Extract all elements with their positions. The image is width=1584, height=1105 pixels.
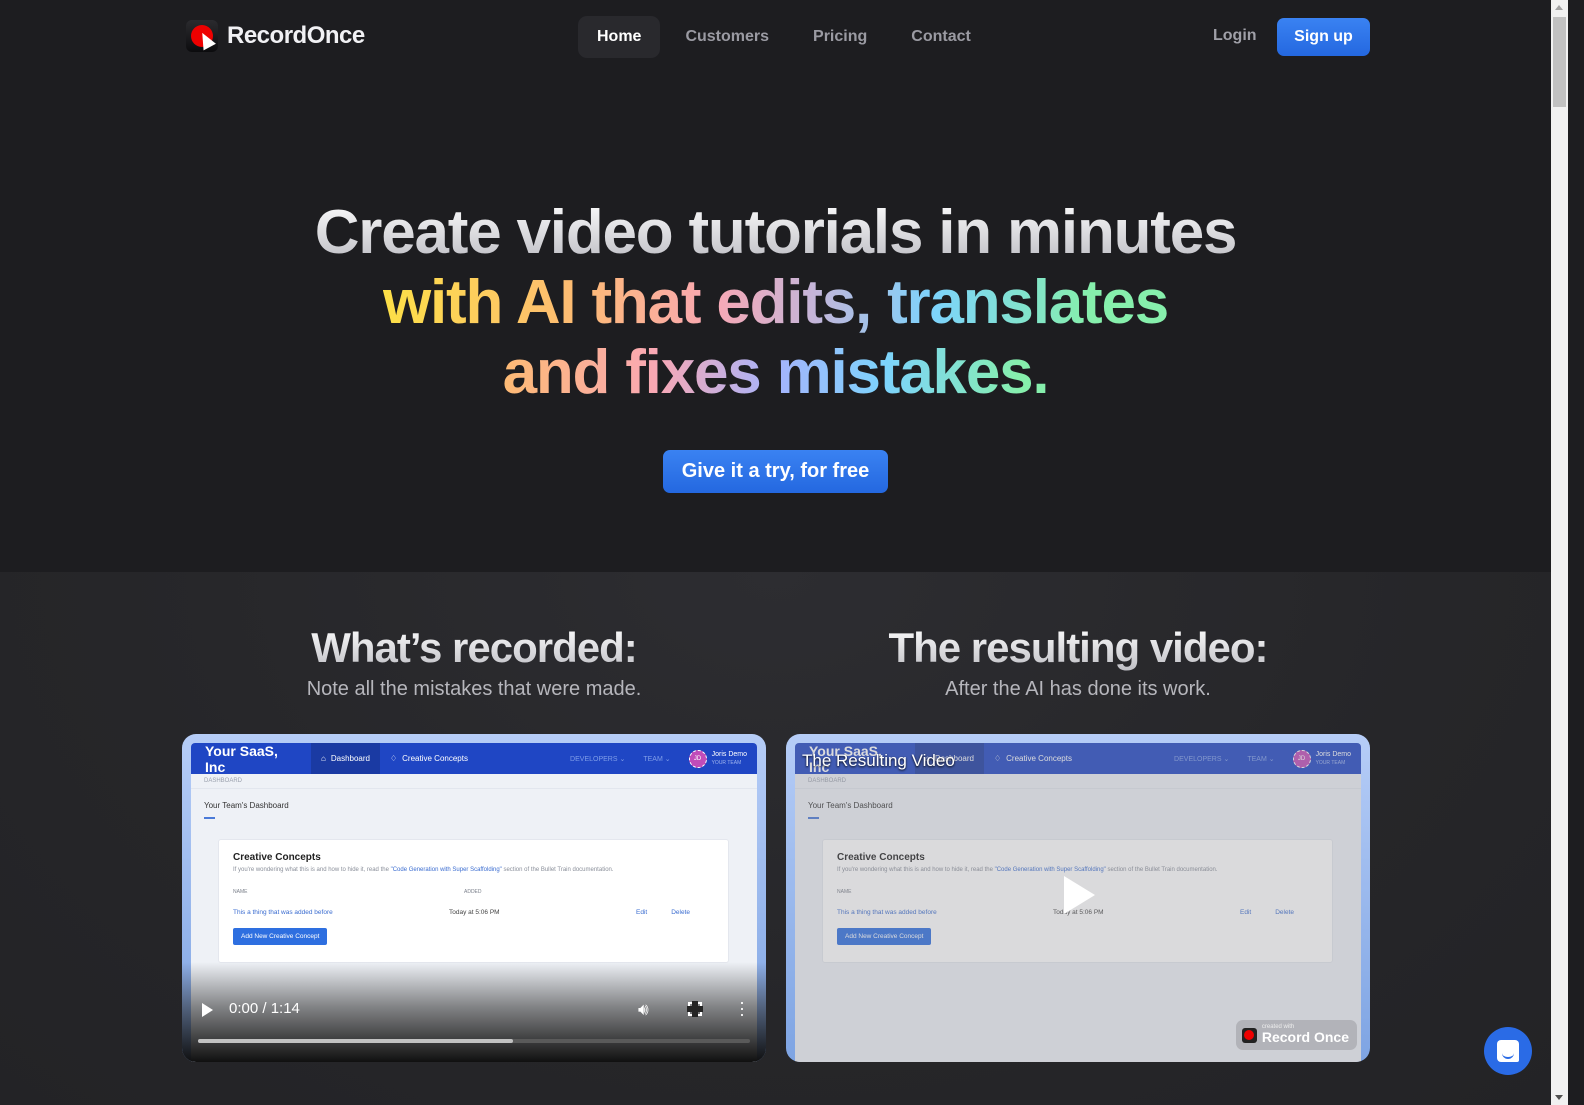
headline-line-1: Create video tutorials in minutes [314,198,1238,267]
demo-app-brand: Your SaaS, Inc [205,743,278,775]
demo-breadcrumb: DASHBOARD [191,774,757,789]
play-icon[interactable] [202,1003,213,1017]
result-subtitle: After the AI has done its work. [945,678,1211,700]
headline-line-3: and fixes mistakes. [502,338,1050,407]
nav-customers[interactable]: Customers [666,16,788,58]
hero-headline: Create video tutorials in minutes with A… [0,198,1551,408]
brand-name: RecordOnce [227,22,365,49]
recorded-subtitle: Note all the mistakes that were made. [306,678,642,700]
nav-links: Home Customers Pricing Contact [578,16,990,58]
more-options-icon[interactable]: · · · [739,993,745,1023]
record-once-logo-icon [1241,1027,1257,1043]
result-video[interactable]: Your SaaS, Inc ⌂ Dashboard ♢ Creative Conc… [786,734,1370,1062]
page-scrollbar[interactable] [1551,0,1568,1105]
brand-logo[interactable]: RecordOnce [186,20,365,52]
hero: Create video tutorials in minutes with A… [0,198,1551,408]
lightbulb-icon: ♢ [389,754,398,763]
big-play-icon[interactable] [1064,876,1095,914]
recorded-video[interactable]: Your SaaS, Inc ⌂ Dashboard ♢ Creative Conc… [182,734,766,1062]
try-free-button[interactable]: Give it a try, for free [663,450,888,493]
record-cursor-icon [186,20,218,52]
demo-app-header: Your SaaS, Inc ⌂ Dashboard ♢ Creative Conc… [191,743,757,775]
signup-button[interactable]: Sign up [1277,18,1370,56]
video-progress-bar[interactable] [198,1039,750,1043]
video-controls: 0:00 / 1:14 🔊︎ · · · [182,962,766,1062]
comparison-section: What’s recorded: Note all the mistakes t… [0,572,1551,1105]
demo-table-row: This a thing that was added before Today … [233,909,690,916]
video-time: 0:00 / 1:14 [229,1000,300,1017]
demo-add-button: Add New Creative Concept [233,928,328,945]
headline-line-2: with AI that edits, translates [382,268,1169,337]
video-buffered-fill [198,1039,513,1043]
video-overlay-title: The Resulting Video [802,751,955,770]
demo-menu-team: TEAM ⌄ [643,755,671,763]
demo-page-title: Your Team's Dashboard [204,801,289,810]
demo-user: Joris Demo YOUR TEAM [711,750,747,766]
result-title: The resulting video: [786,624,1370,672]
recorded-title: What’s recorded: [182,624,766,672]
demo-card-title: Creative Concepts [233,852,321,863]
chat-widget-button[interactable] [1484,1027,1532,1075]
home-icon: ⌂ [321,754,326,763]
nav-contact[interactable]: Contact [892,16,990,58]
demo-tab-dashboard: ⌂ Dashboard [311,743,380,774]
nav-home[interactable]: Home [578,16,661,58]
nav-pricing[interactable]: Pricing [794,16,886,58]
demo-menu-developers: DEVELOPERS ⌄ [570,755,626,763]
login-link[interactable]: Login [1213,27,1257,45]
volume-icon[interactable]: 🔊︎ [638,1000,649,1020]
demo-app-menu: DEVELOPERS ⌄ TEAM ⌄ JD Joris Demo YOUR TE… [570,743,747,774]
demo-avatar: JD [688,749,707,768]
scroll-down-arrow-icon[interactable] [1555,1095,1563,1100]
demo-table-header: NAME ADDED [233,889,482,895]
demo-card-desc: If you're wondering what this is and how… [233,867,614,873]
demo-tab-concepts: ♢ Creative Concepts [389,754,468,763]
scroll-thumb[interactable] [1553,17,1566,107]
scroll-up-arrow-icon[interactable] [1555,5,1563,10]
demo-card: Creative Concepts If you're wondering wh… [218,839,729,963]
created-with-badge[interactable]: created with Record Once [1235,1020,1357,1050]
demo-tab-underline [204,817,215,819]
top-nav: RecordOnce Home Customers Pricing Contac… [0,0,1551,72]
fullscreen-icon[interactable] [687,1001,703,1017]
